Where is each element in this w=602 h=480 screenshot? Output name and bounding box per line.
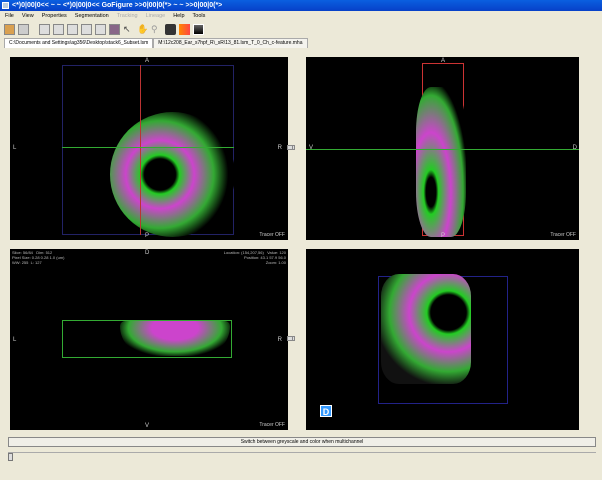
save-icon[interactable] (18, 23, 29, 35)
orientation-right: D (572, 145, 577, 151)
orientation-cube-badge: D (320, 405, 332, 417)
toolbar: ↖ ✋ ⚲ (4, 22, 204, 36)
xy-view-icon[interactable] (53, 23, 64, 35)
view-xz[interactable]: Slice: 56/84 Dim: 512 Pixel Size: 0.28 0… (10, 249, 288, 430)
yz-view-icon[interactable] (81, 23, 92, 35)
tracer-status: Tracer OFF (259, 232, 285, 238)
view-yz-maximize[interactable] (287, 145, 293, 150)
orientation-top: D (145, 250, 150, 256)
tissue-image (110, 112, 235, 237)
menu-tools[interactable]: Tools (193, 12, 206, 21)
menu-properties[interactable]: Properties (42, 12, 67, 21)
tab-stack6[interactable]: C:\Documents and Settings\ag356\Desktop\… (4, 38, 154, 48)
quad-view-icon[interactable] (39, 23, 50, 35)
tracer-status: Tracer OFF (550, 232, 576, 238)
orientation-right: R (277, 337, 282, 343)
menu-tracking: Tracking (116, 13, 138, 19)
menu-file[interactable]: File (5, 12, 14, 21)
tissue-image (381, 274, 471, 384)
orientation-top: A (145, 58, 150, 64)
orientation-bottom: P (145, 233, 150, 239)
window-title: <*)0|00|0<< ~ ~ <*)0|00|0<< GoFigure >>0… (12, 2, 223, 9)
camera-icon[interactable] (165, 23, 176, 35)
slice-slider[interactable] (8, 452, 596, 461)
greyscale-icon[interactable] (193, 23, 204, 35)
orientation-top: A (441, 58, 446, 64)
view-3d[interactable]: D (306, 249, 579, 430)
crosshair-horizontal (306, 149, 579, 150)
orientation-right: R (277, 145, 282, 151)
orientation-bottom: V (145, 423, 150, 429)
pointer-icon[interactable]: ↖ (123, 24, 134, 35)
orientation-bottom: P (441, 233, 446, 239)
tracer-status: Tracer OFF (259, 422, 285, 428)
tab-bar: C:\Documents and Settings\ag356\Desktop\… (4, 38, 308, 48)
view-3d-maximize[interactable] (287, 336, 293, 341)
color-icon[interactable] (179, 23, 190, 35)
switch-color-button[interactable]: Switch between greyscale and color when … (8, 437, 596, 447)
menu-lineage: Lineage (145, 13, 166, 19)
app-icon (2, 2, 9, 9)
menu-segmentation[interactable]: Segmentation (75, 12, 109, 21)
3d-view-icon[interactable] (95, 23, 106, 35)
menu-view[interactable]: View (22, 12, 34, 21)
tab-feature[interactable]: M:\12c208_Ear_s7hpf_R\_sR\13_81.lsm_T_0_… (153, 38, 308, 48)
orientation-left: V (309, 145, 314, 151)
title-bar: <*)0|00|0<< ~ ~ <*)0|00|0<< GoFigure >>0… (0, 0, 602, 11)
crosshair-horizontal (62, 147, 234, 148)
xz-view-icon[interactable] (67, 23, 78, 35)
pan-icon[interactable]: ✋ (137, 24, 148, 35)
snapshot-icon[interactable] (109, 23, 120, 35)
tissue-image (416, 87, 466, 237)
slice-info: Slice: 56/84 Dim: 512 Pixel Size: 0.28 0… (12, 250, 65, 265)
crosshair-vertical (140, 65, 141, 235)
open-icon[interactable] (4, 23, 15, 35)
orientation-left: L (13, 145, 17, 151)
menu-help[interactable]: Help (173, 12, 184, 21)
tissue-image (120, 321, 230, 356)
menu-bar: File View Properties Segmentation Tracki… (0, 12, 205, 21)
view-yz[interactable]: A P V D Tracer OFF (306, 57, 579, 240)
orientation-left: L (13, 337, 17, 343)
zoom-icon[interactable]: ⚲ (151, 24, 162, 35)
slider-thumb[interactable] (8, 453, 13, 461)
view-xy[interactable]: A P L R Tracer OFF (10, 57, 288, 240)
location-info: Location: (154,207,56) Value: 120 Positi… (223, 250, 286, 265)
